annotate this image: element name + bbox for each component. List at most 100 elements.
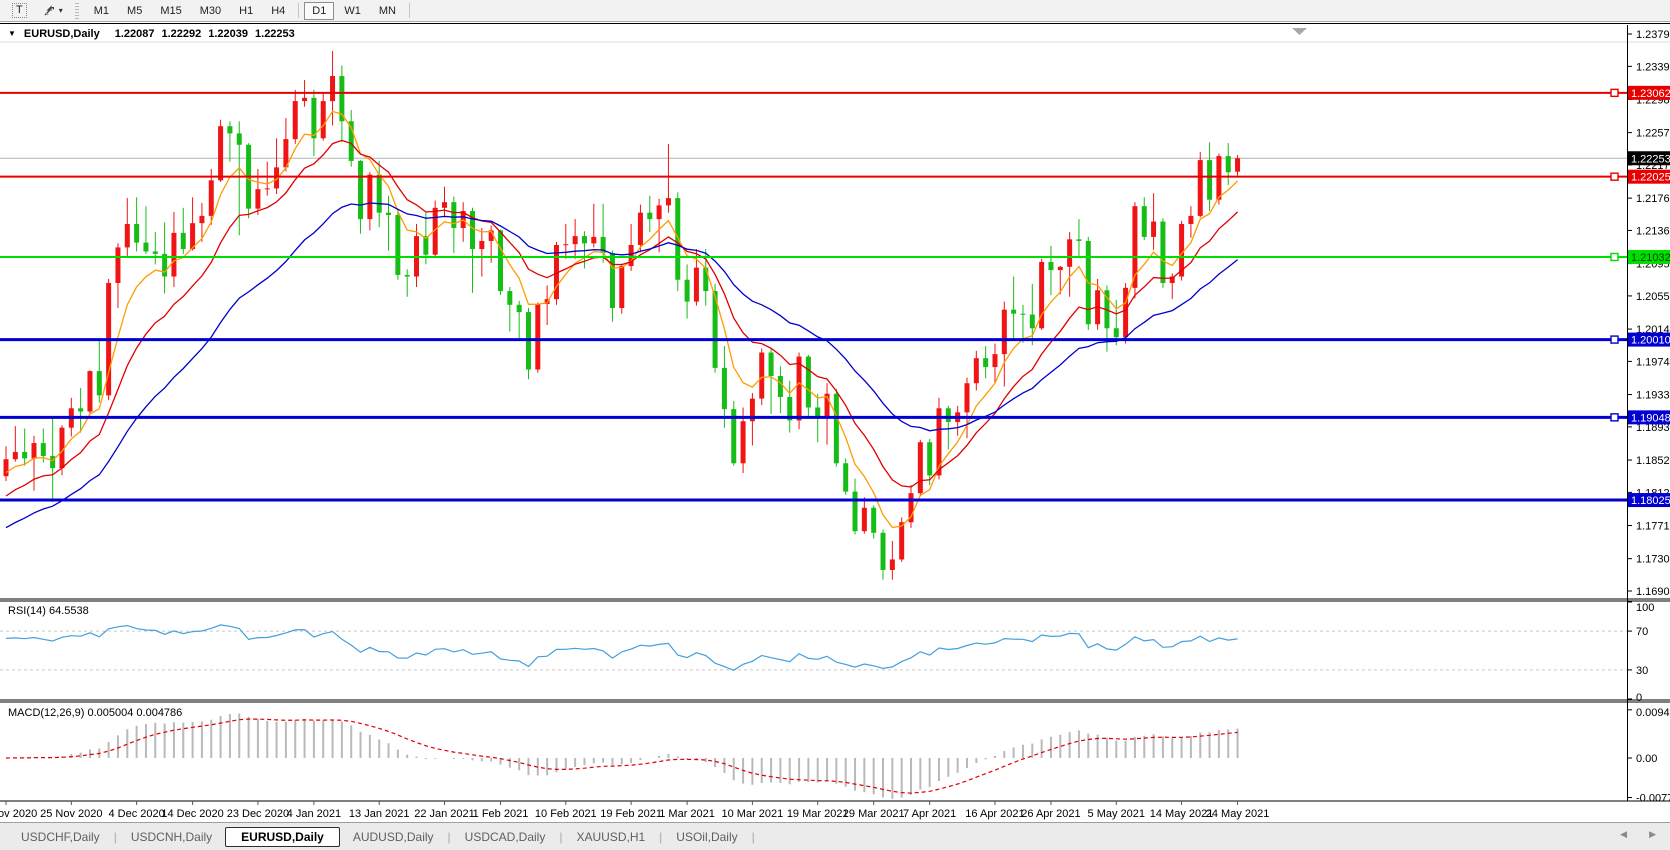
candle-body	[1160, 222, 1165, 283]
candle-body	[293, 101, 298, 139]
chart-symbol-label: EURUSD,Daily	[24, 28, 100, 40]
price-axis-tick-label: 1.22570	[1636, 128, 1670, 140]
candle-body	[218, 126, 223, 180]
price-axis-tick-label: 1.18520	[1636, 455, 1670, 467]
candle-body	[78, 408, 83, 411]
line-handle[interactable]	[1611, 414, 1618, 421]
date-axis-label: 13 Jan 2021	[349, 808, 410, 820]
quote-low: 1.22039	[208, 28, 248, 40]
tab-xauusd-h1[interactable]: XAUUSD,H1	[563, 827, 658, 847]
line-handle[interactable]	[1611, 336, 1618, 343]
tab-separator: |	[114, 830, 117, 844]
candle-body	[517, 305, 522, 312]
candle-body	[535, 304, 540, 369]
candle-body	[685, 280, 690, 302]
macd-title: MACD(12,26,9) 0.005004 0.004786	[8, 707, 182, 719]
candle-body	[1188, 216, 1193, 224]
price-axis-tick-label: 1.23390	[1636, 61, 1670, 73]
ma-line-ma-mid	[6, 140, 1238, 496]
candle-body	[657, 205, 662, 219]
timeframe-m1-button[interactable]: M1	[86, 2, 117, 20]
price-axis-tick-label: 1.21760	[1636, 193, 1670, 205]
candle-body	[479, 241, 484, 249]
line-handle[interactable]	[1611, 173, 1618, 180]
tab-scroll-left-icon[interactable]: ◀	[1620, 829, 1627, 840]
candle-body	[1198, 160, 1203, 216]
ma-line-ma-slow	[6, 203, 1238, 528]
tab-usdchf-daily[interactable]: USDCHF,Daily	[8, 827, 113, 847]
text-tool-button[interactable]: T	[5, 2, 34, 20]
rsi-title: RSI(14) 64.5538	[8, 605, 89, 617]
candle-body	[853, 492, 858, 532]
candle-body	[890, 559, 895, 570]
date-axis-label: 4 Dec 2020	[108, 808, 164, 820]
candle-body	[946, 408, 951, 422]
shift-marker-icon[interactable]	[1292, 28, 1307, 35]
macd-axis-label: 0.009478	[1636, 707, 1670, 719]
date-axis-label: 14 May 2021	[1150, 808, 1214, 820]
candle-body	[1058, 267, 1063, 270]
candle-body	[918, 442, 923, 493]
candle-body	[199, 216, 204, 223]
timeframe-h1-button[interactable]: H1	[231, 2, 261, 20]
date-axis-label: 1 Feb 2021	[473, 808, 529, 820]
candle-body	[573, 236, 578, 244]
line-handle[interactable]	[1611, 253, 1618, 260]
date-axis-label: 22 Jan 2021	[414, 808, 475, 820]
date-axis-label: 19 Mar 2021	[787, 808, 849, 820]
candle-body	[1114, 328, 1119, 337]
timeframe-w1-button[interactable]: W1	[336, 2, 369, 20]
candle-body	[1002, 310, 1007, 354]
candle-body	[694, 268, 699, 302]
timeframe-h4-button[interactable]: H4	[263, 2, 293, 20]
timeframe-mn-button[interactable]: MN	[371, 2, 404, 20]
candle-body	[769, 353, 774, 376]
date-axis-label: 10 Feb 2021	[535, 808, 597, 820]
date-axis-label: 24 May 2021	[1206, 808, 1270, 820]
timeframe-m30-button[interactable]: M30	[192, 2, 229, 20]
line-handle[interactable]	[1611, 89, 1618, 96]
timeframe-m15-button[interactable]: M15	[152, 2, 189, 20]
date-axis-label: 26 Apr 2021	[1021, 808, 1080, 820]
toolbar-grip[interactable]	[75, 3, 79, 19]
arrows-icon	[43, 5, 56, 17]
candle-body	[591, 237, 596, 243]
candle-body	[143, 243, 148, 252]
candle-body	[1030, 315, 1035, 329]
price-axis-tick-label: 1.17710	[1636, 521, 1670, 533]
candle-body	[1235, 158, 1240, 171]
tab-usoil-daily[interactable]: USOil,Daily	[663, 827, 750, 847]
tab-eurusd-daily[interactable]: EURUSD,Daily	[225, 827, 340, 847]
date-axis-label: 29 Mar 2021	[843, 808, 905, 820]
tab-scroll-right-icon[interactable]: ▶	[1649, 829, 1656, 840]
symbol-caret-icon[interactable]: ▼	[8, 29, 16, 38]
price-axis-tick-label: 1.20550	[1636, 291, 1670, 303]
timeframe-m5-button[interactable]: M5	[119, 2, 150, 20]
tab-usdcad-daily[interactable]: USDCAD,Daily	[452, 827, 559, 847]
candle-body	[153, 251, 158, 253]
top-toolbar: T ▾ M1 M5 M15 M30 H1 H4 D1 W1 MN	[0, 0, 1670, 22]
candle-body	[377, 175, 382, 213]
tab-scroll-arrows: ◀ ▶	[1620, 829, 1656, 840]
candle-body	[227, 126, 232, 133]
candle-body	[442, 202, 447, 208]
tab-usdcnh-daily[interactable]: USDCNH,Daily	[118, 827, 225, 847]
candle-body	[675, 198, 680, 280]
candle-body	[41, 443, 46, 456]
timeframe-d1-button[interactable]: D1	[304, 2, 334, 20]
cursor-mode-button[interactable]: ▾	[36, 2, 70, 20]
price-axis-tick-label: 1.17300	[1636, 554, 1670, 566]
rsi-axis-label: 70	[1636, 626, 1648, 638]
date-axis-label: 16 Nov 2020	[0, 808, 37, 820]
price-axis-tick-label: 1.19330	[1636, 390, 1670, 402]
price-axis-tick-label: 1.19740	[1636, 356, 1670, 368]
line-price-label: 1.18025	[1631, 495, 1670, 507]
price-chart[interactable]: 1.237901.233901.229801.225701.221701.217…	[0, 24, 1670, 823]
tab-separator: |	[559, 830, 562, 844]
line-price-label: 1.21032	[1631, 252, 1670, 264]
candle-body	[498, 230, 503, 291]
tab-audusd-daily[interactable]: AUDUSD,Daily	[340, 827, 447, 847]
candle-body	[843, 463, 848, 491]
date-axis-label: 10 Mar 2021	[722, 808, 784, 820]
candle-body	[265, 188, 270, 189]
